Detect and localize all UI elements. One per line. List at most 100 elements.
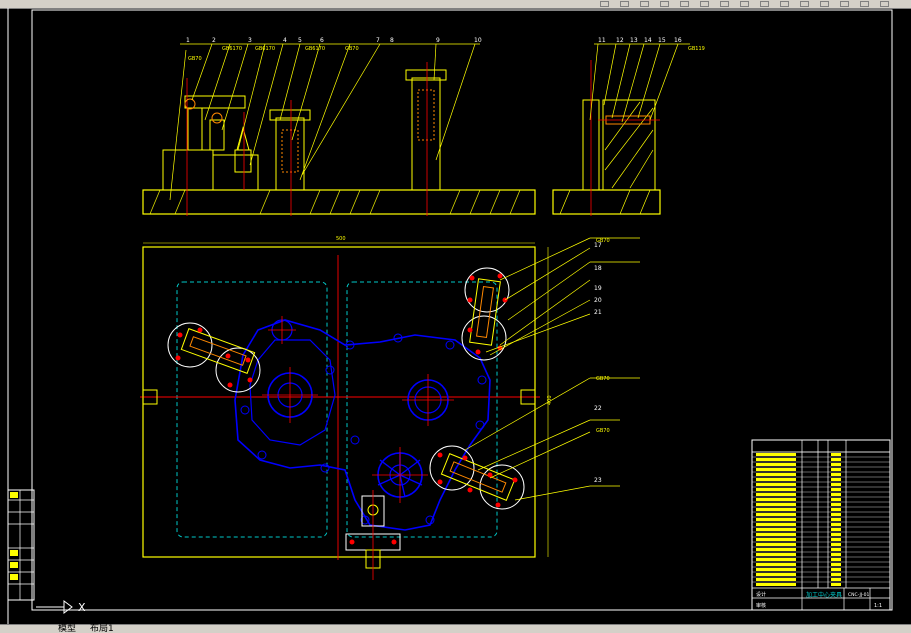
part-label-12: 12	[616, 37, 624, 44]
part-label-13: 13	[630, 37, 638, 44]
tool-icon-9[interactable]	[760, 1, 769, 7]
workpiece-inner	[249, 339, 336, 446]
bushing-2-hatch	[417, 89, 435, 141]
plan-view	[140, 237, 640, 580]
bom-row-text	[756, 578, 796, 581]
bom-row-text	[756, 498, 796, 501]
leader-lines-top	[169, 43, 476, 201]
revision-strip	[7, 489, 35, 601]
part-label-21: 21	[594, 309, 602, 316]
tool-icon-15[interactable]	[880, 1, 889, 7]
clamp-left	[167, 322, 261, 393]
part-label-16: 16	[674, 37, 682, 44]
section-view-main	[142, 43, 536, 216]
title-block: 加工中心夹具 设计 审核 1:1 CNC-JJ-01	[751, 439, 891, 611]
bom-row-qty	[831, 583, 841, 586]
bom-row-qty	[831, 458, 841, 461]
callout-top-5: GB70	[345, 46, 359, 52]
bom-row-text	[756, 468, 796, 471]
callout-top-4: GB6170	[305, 46, 325, 52]
bom-row-text	[756, 533, 796, 536]
bom-rows	[752, 451, 890, 586]
bom-row-qty	[831, 568, 841, 571]
dimension-top: 500	[336, 236, 346, 242]
tool-icon-8[interactable]	[740, 1, 749, 7]
bom-row-text	[756, 553, 796, 556]
bom-row-qty	[831, 558, 841, 561]
bushing-1-hatch	[281, 129, 299, 173]
bom-row-qty	[831, 463, 841, 466]
part-label-14: 14	[644, 37, 652, 44]
bom-row-qty	[831, 553, 841, 556]
part-labels: 1 2 3 4 5 6 7 8 9 10 11 12 13 14 15 16 1…	[186, 37, 682, 484]
tool-icon-4[interactable]	[660, 1, 669, 7]
bom-row-text	[756, 548, 796, 551]
bom-row-text	[756, 523, 796, 526]
tool-icon-3[interactable]	[640, 1, 649, 7]
bom-row-qty	[831, 478, 841, 481]
title-name: 加工中心夹具	[806, 591, 842, 599]
part-label-7: 7	[376, 37, 380, 44]
bom-row-qty	[831, 523, 841, 526]
bom-row-text	[756, 513, 796, 516]
bom-row-qty	[831, 543, 841, 546]
callout-top-2: GB6170	[222, 46, 242, 52]
part-label-19: 19	[594, 285, 602, 292]
clamp-bottom	[345, 490, 401, 580]
tab-layout1[interactable]: 布局1	[90, 625, 114, 633]
bom-row-text	[756, 483, 796, 486]
callout-top-3: GB6170	[255, 46, 275, 52]
side-hatched-block	[602, 99, 656, 191]
tool-icon-12[interactable]	[820, 1, 829, 7]
bom-row-text	[756, 473, 796, 476]
clamp-post	[187, 107, 203, 151]
bom-row-text	[756, 563, 796, 566]
bom-row-text	[756, 478, 796, 481]
callout-right-3: GB70	[596, 428, 610, 434]
part-label-1: 1	[186, 37, 190, 44]
bom-row-qty	[831, 488, 841, 491]
drawing-canvas[interactable]: 1 2 3 4 5 6 7 8 9 10 11 12 13 14 15 16 1…	[0, 8, 911, 624]
bushing-2	[411, 77, 441, 191]
part-label-18: 18	[594, 265, 602, 272]
tool-icon-1[interactable]	[600, 1, 609, 7]
bom-row-text	[756, 463, 796, 466]
support-block-1	[162, 149, 214, 191]
pocket-right	[346, 281, 498, 538]
title-checker: 审核	[756, 602, 766, 609]
tool-icon-5[interactable]	[680, 1, 689, 7]
clamp-nut	[209, 119, 225, 151]
bom-row-text	[756, 573, 796, 576]
tool-icon-11[interactable]	[800, 1, 809, 7]
dimension-right: 400	[547, 395, 553, 405]
ucs-icon: X	[36, 600, 86, 614]
bom-row-qty	[831, 453, 841, 456]
tool-icon-6[interactable]	[700, 1, 709, 7]
bom-row-text	[756, 508, 796, 511]
tool-icon-2[interactable]	[620, 1, 629, 7]
tab-model[interactable]: 模型	[58, 625, 76, 633]
part-label-2: 2	[212, 37, 216, 44]
bom-row-qty	[831, 473, 841, 476]
tool-icon-7[interactable]	[720, 1, 729, 7]
tool-icon-10[interactable]	[780, 1, 789, 7]
bom-row-text	[756, 518, 796, 521]
ucs-x-label: X	[78, 601, 86, 614]
bom-row-text	[756, 583, 796, 586]
bom-row-text	[756, 543, 796, 546]
bom-row-qty	[831, 578, 841, 581]
part-label-22: 22	[594, 405, 602, 412]
locating-pin-body	[234, 149, 252, 173]
bom-row-qty	[831, 503, 841, 506]
bom-row-qty	[831, 573, 841, 576]
tool-icon-13[interactable]	[840, 1, 849, 7]
bom-row-text	[756, 538, 796, 541]
part-label-15: 15	[658, 37, 666, 44]
bom-row-qty	[831, 498, 841, 501]
part-label-11: 11	[598, 37, 606, 44]
bom-row-qty	[831, 533, 841, 536]
tool-icon-14[interactable]	[860, 1, 869, 7]
leaders-right	[464, 237, 640, 501]
bom-row-qty	[831, 563, 841, 566]
part-label-3: 3	[248, 37, 252, 44]
